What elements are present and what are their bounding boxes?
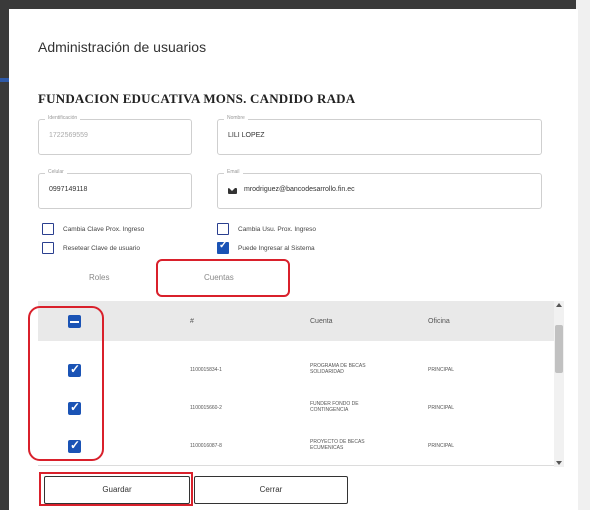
- email-label: Email: [224, 169, 243, 175]
- table-row[interactable]: 1100015834-1 PROGRAMA DE BECAS SOLIDARID…: [38, 351, 557, 390]
- column-header-cuenta: Cuenta: [310, 318, 333, 325]
- nombre-value: LILI LOPEZ: [228, 132, 265, 139]
- background-accent: [0, 78, 9, 82]
- puede-ingresar-checkbox[interactable]: [217, 240, 229, 254]
- user-admin-dialog: Administración de usuarios FUNDACION EDU…: [14, 9, 578, 510]
- table-row[interactable]: 1100015660-2 FUNDER FONDO DE CONTINGENCI…: [38, 389, 557, 428]
- tab-roles[interactable]: Roles: [89, 273, 109, 282]
- cambia-usuario-label: Cambia Usu. Prox. Ingreso: [238, 226, 317, 233]
- identificacion-label: Identificación: [45, 115, 81, 121]
- cambia-clave-label: Cambia Clave Prox. Ingreso: [63, 226, 145, 233]
- background-right-area: [576, 0, 590, 510]
- row-number: 1100015834-1: [190, 367, 222, 373]
- close-button[interactable]: Cerrar: [194, 476, 348, 504]
- celular-label: Celular: [45, 169, 67, 175]
- resetear-clave-label: Resetear Clave de usuario: [63, 245, 140, 252]
- row-oficina: PRINCIPAL: [428, 443, 455, 449]
- scroll-up-icon[interactable]: [556, 303, 562, 307]
- resetear-clave-checkbox[interactable]: [42, 242, 54, 254]
- accounts-table: # Cuenta Oficina 1100015834-1 PROGRAMA D…: [38, 301, 557, 467]
- table-scrollbar[interactable]: [554, 301, 564, 467]
- identificacion-field[interactable]: Identificación 1722569559: [38, 115, 192, 155]
- table-row[interactable]: 1100016087-8 PROYECTO DE BECAS ECUMENICA…: [38, 427, 557, 466]
- background-top-bar: [0, 0, 590, 9]
- nombre-field[interactable]: Nombre LILI LOPEZ: [217, 115, 542, 155]
- nombre-label: Nombre: [224, 115, 248, 121]
- row-cuenta: PROYECTO DE BECAS ECUMENICAS: [310, 439, 365, 451]
- save-button-highlight: [39, 472, 193, 506]
- scroll-down-icon[interactable]: [556, 461, 562, 465]
- cuentas-tab-highlight: [156, 259, 290, 297]
- row-number: 1100015660-2: [190, 405, 222, 411]
- mail-icon: [228, 188, 237, 194]
- celular-value: 0997149118: [49, 186, 88, 193]
- checkbox-column-highlight: [28, 306, 104, 461]
- scroll-thumb[interactable]: [555, 325, 563, 373]
- dialog-title: Administración de usuarios: [38, 39, 207, 55]
- column-header-oficina: Oficina: [428, 318, 450, 325]
- organization-name: FUNDACION EDUCATIVA MONS. CANDIDO RADA: [38, 91, 356, 106]
- email-value: mrodriguez@bancodesarrollo.fin.ec: [244, 186, 355, 193]
- puede-ingresar-label: Puede Ingresar al Sistema: [238, 245, 315, 252]
- celular-field[interactable]: Celular 0997149118: [38, 169, 192, 209]
- row-cuenta: PROGRAMA DE BECAS SOLIDARIDAD: [310, 363, 366, 375]
- row-oficina: PRINCIPAL: [428, 405, 455, 411]
- cambia-usuario-checkbox[interactable]: [217, 223, 229, 235]
- identificacion-value: 1722569559: [49, 132, 88, 139]
- background-left-bar: [0, 0, 9, 510]
- row-oficina: PRINCIPAL: [428, 367, 455, 373]
- column-header-number: #: [190, 318, 194, 325]
- row-number: 1100016087-8: [190, 443, 222, 449]
- row-cuenta: FUNDER FONDO DE CONTINGENCIA: [310, 401, 359, 413]
- email-field[interactable]: Email mrodriguez@bancodesarrollo.fin.ec: [217, 169, 542, 209]
- table-header: # Cuenta Oficina: [38, 301, 557, 341]
- cambia-clave-checkbox[interactable]: [42, 223, 54, 235]
